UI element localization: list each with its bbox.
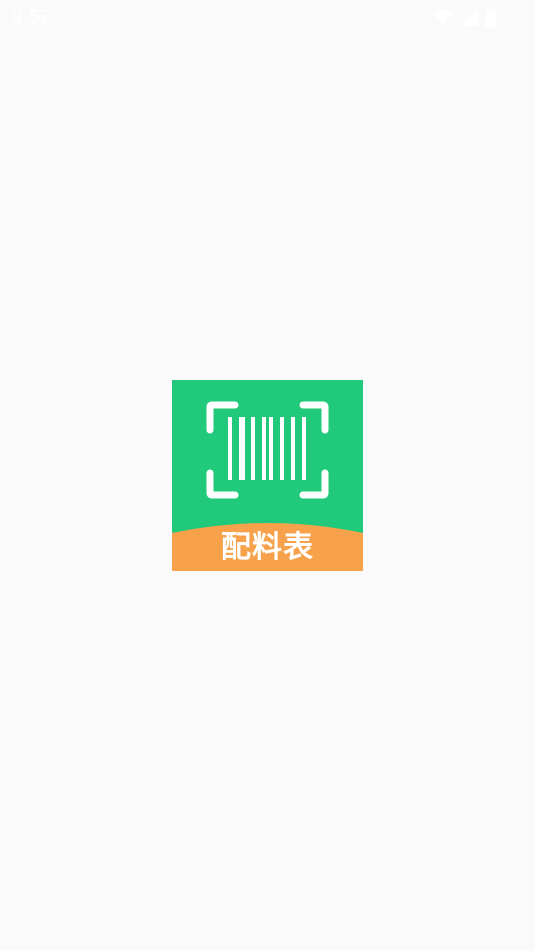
- status-bar: 9:52: [0, 0, 535, 36]
- splash-screen: 9:52 配料表: [0, 0, 535, 951]
- wifi-icon: [433, 9, 453, 27]
- cell-signal-icon: [459, 9, 479, 27]
- battery-icon: [485, 8, 497, 28]
- app-icon: 配料表: [172, 380, 363, 571]
- app-name-label: 配料表: [221, 530, 314, 565]
- status-icons: [433, 7, 497, 29]
- status-time: 9:52: [12, 7, 51, 28]
